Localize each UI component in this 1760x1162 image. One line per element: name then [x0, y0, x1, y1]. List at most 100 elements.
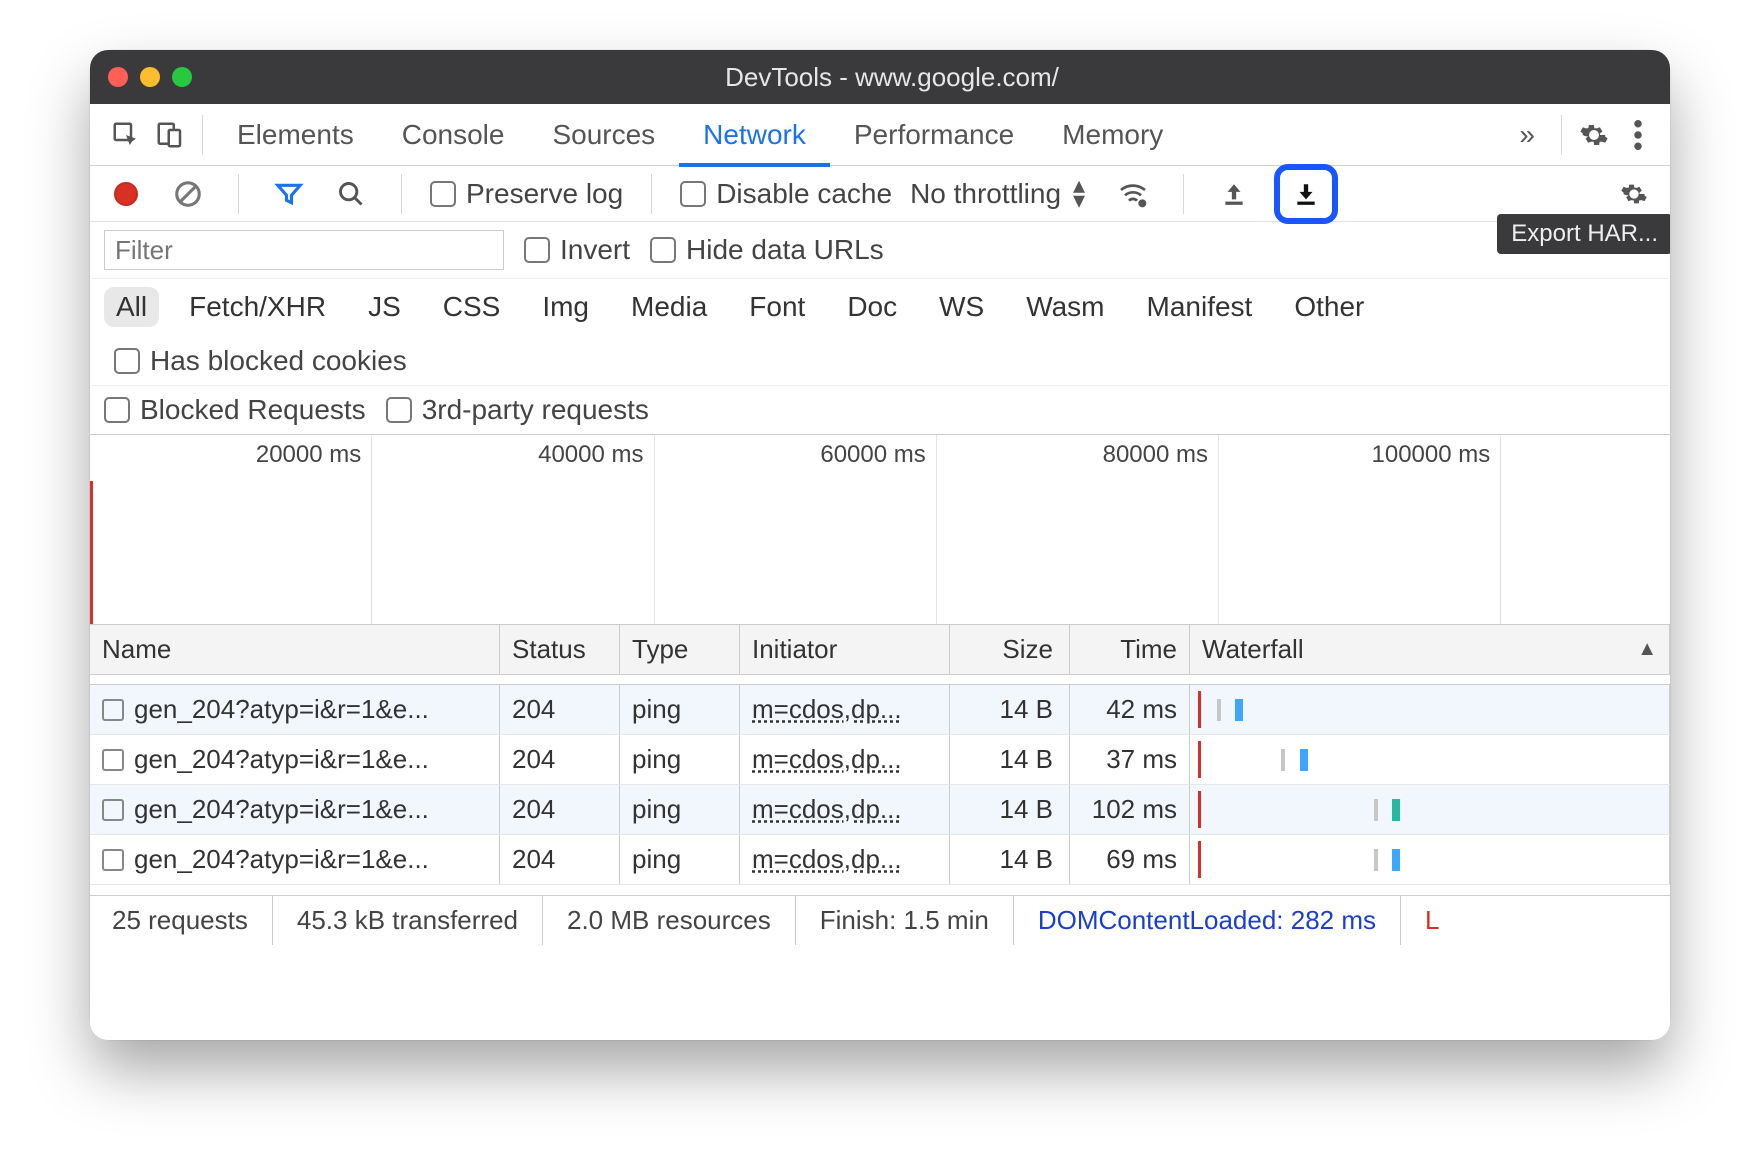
table-row[interactable]: gen_204?atyp=i&r=1&e...204pingm=cdos,dp.…	[90, 735, 1670, 785]
invert-label: Invert	[560, 234, 630, 266]
cell-name: gen_204?atyp=i&r=1&e...	[134, 844, 429, 875]
minimize-window-button[interactable]	[140, 67, 160, 87]
cell-initiator[interactable]: m=cdos,dp...	[752, 744, 902, 775]
table-row[interactable]	[90, 675, 1670, 685]
col-type[interactable]: Type	[620, 625, 740, 674]
has-blocked-cookies-checkbox[interactable]: Has blocked cookies	[114, 345, 407, 377]
cell-status: 204	[500, 835, 620, 884]
cell-name: gen_204?atyp=i&r=1&e...	[134, 694, 429, 725]
cell-type: ping	[620, 785, 740, 834]
file-icon	[102, 799, 124, 821]
network-conditions-icon[interactable]	[1111, 172, 1155, 216]
network-toolbar: Preserve log Disable cache No throttling…	[90, 166, 1670, 222]
type-chip-ws[interactable]: WS	[927, 287, 996, 327]
file-icon	[102, 749, 124, 771]
timeline-tick: 80000 ms	[1103, 441, 1208, 469]
type-chip-fetchxhr[interactable]: Fetch/XHR	[177, 287, 338, 327]
hide-data-urls-checkbox[interactable]: Hide data URLs	[650, 234, 884, 266]
panel-settings-icon[interactable]	[1612, 172, 1656, 216]
export-har-tooltip: Export HAR...	[1497, 214, 1670, 254]
cell-waterfall	[1190, 785, 1670, 834]
type-chip-font[interactable]: Font	[737, 287, 817, 327]
table-row[interactable]: gen_204?atyp=i&r=1&e... 204ping m=cdos,dp.…	[90, 835, 1670, 885]
cell-status: 204	[500, 735, 620, 784]
col-name[interactable]: Name	[90, 625, 500, 674]
status-load: L	[1401, 896, 1439, 945]
col-time[interactable]: Time	[1070, 625, 1190, 674]
file-icon	[102, 699, 124, 721]
clear-icon[interactable]	[166, 172, 210, 216]
blocked-requests-label: Blocked Requests	[140, 394, 366, 426]
filter-icon[interactable]	[267, 172, 311, 216]
timeline-overview[interactable]: 20000 ms40000 ms60000 ms80000 ms100000 m…	[90, 435, 1670, 625]
third-party-label: 3rd-party requests	[422, 394, 649, 426]
cell-initiator[interactable]: m=cdos,dp...	[752, 694, 902, 725]
search-icon[interactable]	[329, 172, 373, 216]
cell-status: 204	[500, 685, 620, 734]
timeline-tick: 100000 ms	[1372, 441, 1491, 469]
cell-waterfall	[1190, 685, 1670, 734]
third-party-checkbox[interactable]: 3rd-party requests	[386, 394, 649, 426]
table-row[interactable]: gen_204?atyp=i&r=1&e... 204ping m=cdos,dp.…	[90, 685, 1670, 735]
cell-time: 69 ms	[1070, 835, 1190, 884]
tab-elements[interactable]: Elements	[213, 103, 378, 167]
sort-arrow-icon: ▲	[1637, 638, 1657, 661]
table-header: Name Status Type Initiator Size Time Wat…	[90, 625, 1670, 675]
type-chip-other[interactable]: Other	[1282, 287, 1376, 327]
throttling-select[interactable]: No throttling ▴▾	[910, 178, 1093, 210]
tab-console[interactable]: Console	[378, 103, 529, 167]
preserve-log-checkbox[interactable]: Preserve log	[430, 178, 623, 210]
status-dom-content-loaded: DOMContentLoaded: 282 ms	[1014, 896, 1401, 945]
type-chip-manifest[interactable]: Manifest	[1135, 287, 1265, 327]
invert-checkbox[interactable]: Invert	[524, 234, 630, 266]
hide-data-urls-label: Hide data URLs	[686, 234, 884, 266]
export-har-icon[interactable]	[1284, 172, 1328, 216]
close-window-button[interactable]	[108, 67, 128, 87]
maximize-window-button[interactable]	[172, 67, 192, 87]
cell-size: 14 B	[950, 835, 1070, 884]
more-tabs-icon[interactable]: »	[1503, 119, 1551, 151]
type-chip-all[interactable]: All	[104, 287, 159, 327]
tab-memory[interactable]: Memory	[1038, 103, 1187, 167]
panel-tabs: ElementsConsoleSourcesNetworkPerformance…	[90, 104, 1670, 166]
cell-initiator[interactable]: m=cdos,dp...	[752, 794, 902, 825]
table-row[interactable]: gen_204?atyp=i&r=1&e...204pingm=cdos,dp.…	[90, 785, 1670, 835]
cell-size: 14 B	[950, 735, 1070, 784]
cell-name: gen_204?atyp=i&r=1&e...	[134, 794, 429, 825]
tab-performance[interactable]: Performance	[830, 103, 1038, 167]
cell-initiator[interactable]: m=cdos,dp...	[752, 844, 902, 875]
blocked-requests-checkbox[interactable]: Blocked Requests	[104, 394, 366, 426]
tab-network[interactable]: Network	[679, 103, 830, 167]
col-status[interactable]: Status	[500, 625, 620, 674]
cell-type: ping	[620, 835, 740, 884]
device-toolbar-icon[interactable]	[148, 113, 192, 157]
disable-cache-checkbox[interactable]: Disable cache	[680, 178, 892, 210]
timeline-tick: 20000 ms	[256, 441, 361, 469]
tab-sources[interactable]: Sources	[528, 103, 679, 167]
filter-row: Invert Hide data URLs	[90, 222, 1670, 279]
cell-type: ping	[620, 685, 740, 734]
cell-time: 42 ms	[1070, 685, 1190, 734]
type-chip-doc[interactable]: Doc	[835, 287, 909, 327]
type-chip-wasm[interactable]: Wasm	[1014, 287, 1116, 327]
col-size[interactable]: Size	[950, 625, 1070, 674]
type-chip-img[interactable]: Img	[530, 287, 601, 327]
type-chip-media[interactable]: Media	[619, 287, 719, 327]
settings-icon[interactable]	[1572, 113, 1616, 157]
timeline-tick: 40000 ms	[538, 441, 643, 469]
cell-type: ping	[620, 735, 740, 784]
cell-waterfall	[1190, 735, 1670, 784]
extra-filter-row: Blocked Requests 3rd-party requests	[90, 386, 1670, 435]
record-button[interactable]	[104, 172, 148, 216]
filter-input[interactable]	[104, 230, 504, 270]
import-har-icon[interactable]	[1212, 172, 1256, 216]
status-requests: 25 requests	[104, 896, 273, 945]
file-icon	[102, 849, 124, 871]
col-waterfall[interactable]: Waterfall▲	[1190, 625, 1670, 674]
window-titlebar: DevTools - www.google.com/	[90, 50, 1670, 104]
col-initiator[interactable]: Initiator	[740, 625, 950, 674]
kebab-menu-icon[interactable]	[1616, 113, 1660, 157]
type-chip-css[interactable]: CSS	[431, 287, 513, 327]
type-chip-js[interactable]: JS	[356, 287, 413, 327]
inspect-element-icon[interactable]	[104, 113, 148, 157]
